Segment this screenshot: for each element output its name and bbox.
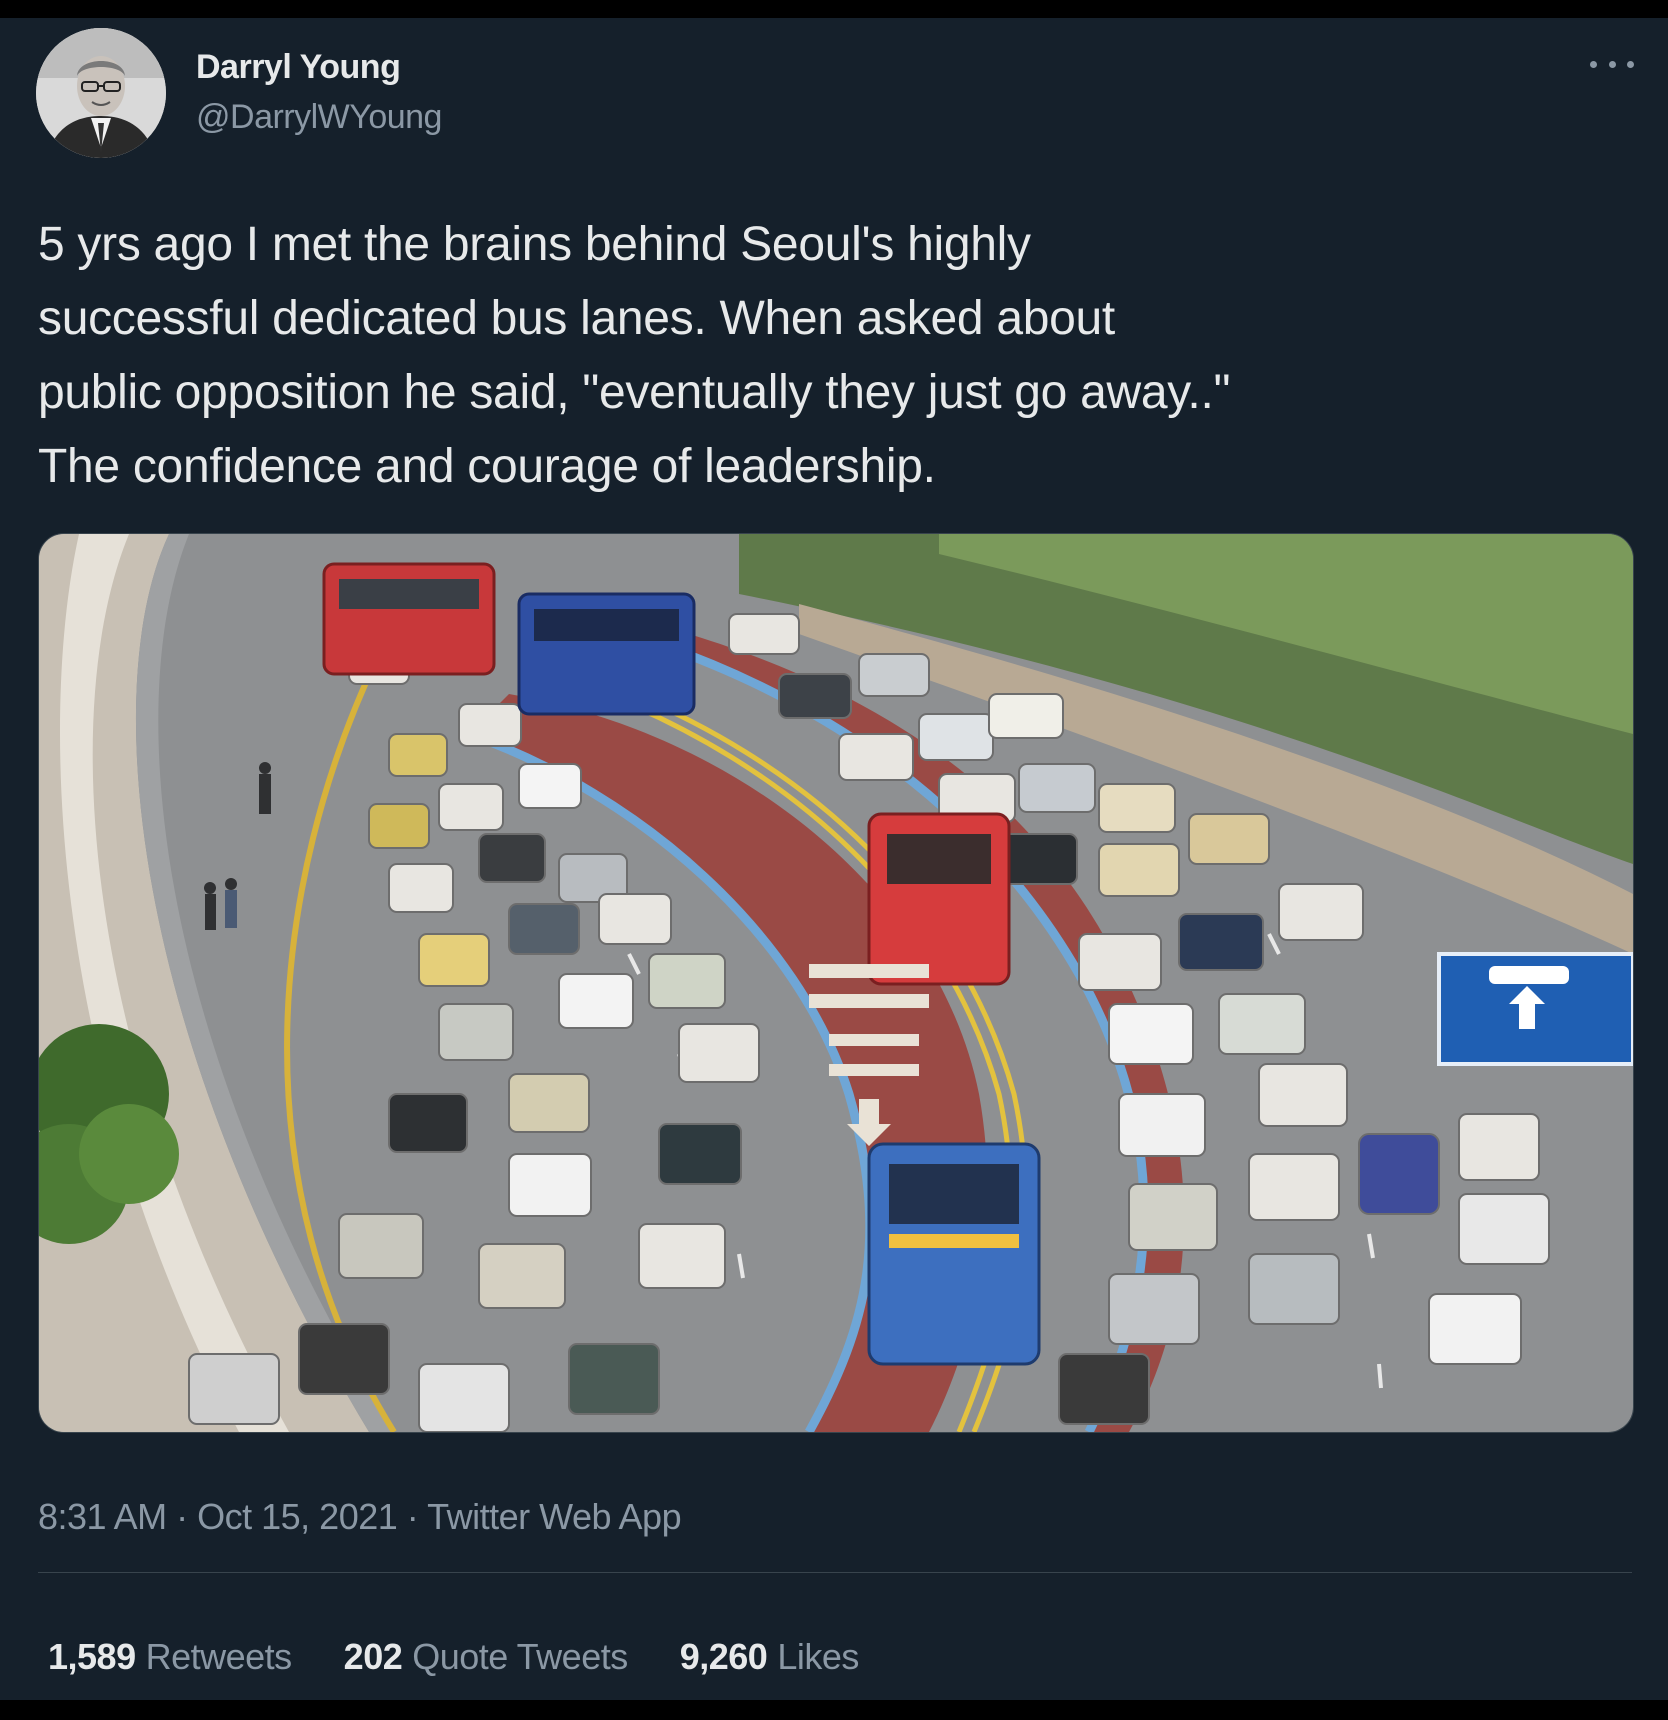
retweets-count: 1,589 <box>48 1636 136 1677</box>
more-horizontal-icon[interactable] <box>1590 54 1634 74</box>
author-name[interactable]: Darryl Young <box>196 48 401 87</box>
dot <box>1608 60 1616 68</box>
avatar-image <box>36 28 166 158</box>
likes-label: Likes <box>777 1636 859 1677</box>
likes-stat[interactable]: 9,260 Likes <box>679 1636 860 1678</box>
tweet-photo[interactable] <box>38 533 1634 1433</box>
bus-lane-traffic-photo <box>39 534 1633 1432</box>
tweet-meta: 8:31 AM · Oct 15, 2021 · Twitter Web App <box>38 1496 682 1538</box>
tweet-source: Twitter Web App <box>427 1496 682 1537</box>
retweets-stat[interactable]: 1,589 Retweets <box>48 1636 292 1678</box>
divider <box>38 1572 1632 1573</box>
dot <box>1590 60 1597 68</box>
tweet-text: 5 yrs ago I met the brains behind Seoul'… <box>38 218 1231 493</box>
quote-tweets-stat[interactable]: 202 Quote Tweets <box>343 1636 629 1678</box>
quotes-count: 202 <box>343 1636 403 1677</box>
separator: · <box>406 1496 419 1537</box>
tweet-card: Darryl Young @DarrylWYoung 5 yrs ago I m… <box>0 18 1668 1700</box>
engagement-stats: 1,589 Retweets 202 Quote Tweets 9,260 Likes <box>48 1636 859 1678</box>
author-handle[interactable]: @DarrylWYoung <box>196 98 442 137</box>
likes-count: 9,260 <box>679 1636 768 1677</box>
tweet-date[interactable]: Oct 15, 2021 <box>197 1496 398 1537</box>
quotes-label: Quote Tweets <box>412 1636 628 1677</box>
separator: · <box>176 1496 188 1537</box>
tweet-time[interactable]: 8:31 AM <box>38 1496 167 1537</box>
retweets-label: Retweets <box>145 1636 293 1677</box>
dot <box>1627 60 1634 68</box>
avatar[interactable] <box>36 28 166 158</box>
